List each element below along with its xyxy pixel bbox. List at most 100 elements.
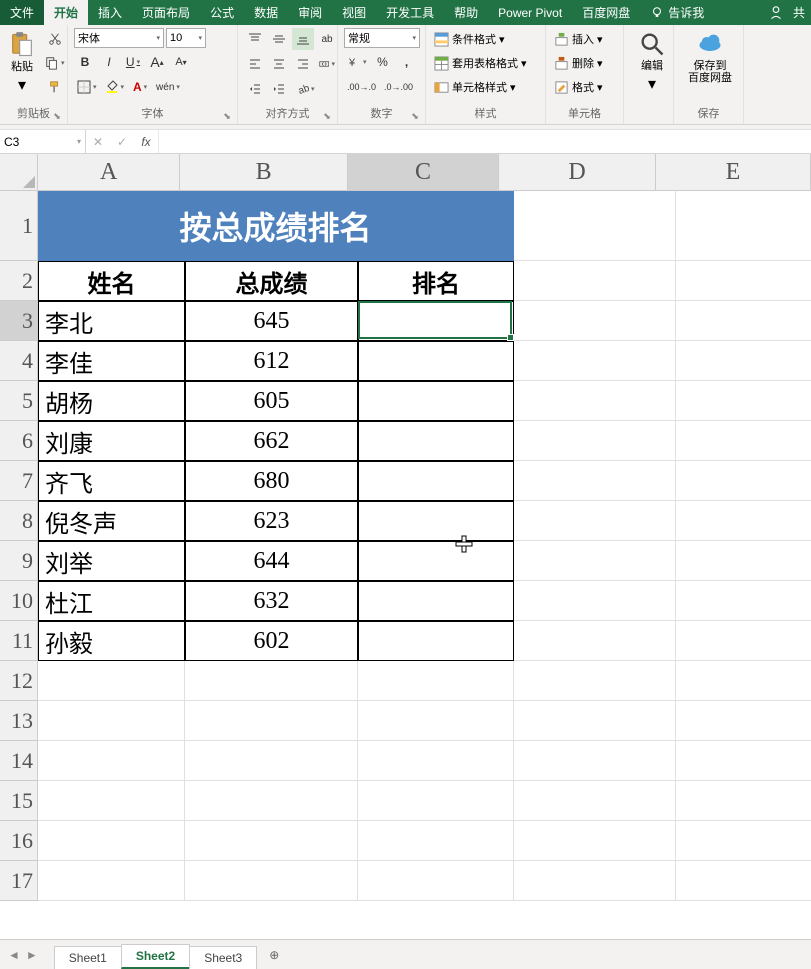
row-header-6[interactable]: 6 <box>0 421 37 461</box>
tab-baidu-netdisk[interactable]: 百度网盘 <box>572 0 640 25</box>
cell-E8[interactable] <box>676 501 811 541</box>
new-sheet-button[interactable]: ⊕ <box>262 943 286 967</box>
copy-button[interactable]: ▾ <box>42 52 68 74</box>
column-header-D[interactable]: D <box>499 154 656 190</box>
cell-A16[interactable] <box>38 821 185 861</box>
cell-A14[interactable] <box>38 741 185 781</box>
cell-E10[interactable] <box>676 581 811 621</box>
cell-D15[interactable] <box>514 781 676 821</box>
row-header-7[interactable]: 7 <box>0 461 37 501</box>
row-header-15[interactable]: 15 <box>0 781 37 821</box>
cell-E16[interactable] <box>676 821 811 861</box>
cell-B14[interactable] <box>185 741 358 781</box>
cell-B17[interactable] <box>185 861 358 901</box>
cell-C17[interactable] <box>358 861 514 901</box>
table-header-1[interactable]: 总成绩 <box>185 261 358 301</box>
title-cell[interactable]: 按总成绩排名 <box>38 191 514 261</box>
score-cell-8[interactable]: 602 <box>185 621 358 661</box>
row-header-11[interactable]: 11 <box>0 621 37 661</box>
increase-indent-button[interactable] <box>268 78 290 100</box>
cell-E6[interactable] <box>676 421 811 461</box>
sheet-tab-sheet1[interactable]: Sheet1 <box>54 946 122 969</box>
cell-D2[interactable] <box>514 261 676 301</box>
tab-page-layout[interactable]: 页面布局 <box>132 0 200 25</box>
row-header-4[interactable]: 4 <box>0 341 37 381</box>
cell-E17[interactable] <box>676 861 811 901</box>
phonetic-button[interactable]: wén▾ <box>153 76 183 98</box>
decrease-indent-button[interactable] <box>244 78 266 100</box>
name-box[interactable]: ▾ <box>0 130 86 153</box>
name-cell-3[interactable]: 刘康 <box>38 421 185 461</box>
wrap-text-button[interactable]: ab <box>316 28 338 50</box>
score-cell-4[interactable]: 680 <box>185 461 358 501</box>
cut-button[interactable] <box>42 28 68 50</box>
format-painter-button[interactable] <box>42 76 68 98</box>
insert-function-button[interactable]: fx <box>134 130 158 153</box>
tab-file[interactable]: 文件 <box>0 0 44 25</box>
row-header-9[interactable]: 9 <box>0 541 37 581</box>
cell-D12[interactable] <box>514 661 676 701</box>
cell-C15[interactable] <box>358 781 514 821</box>
sheet-tab-sheet2[interactable]: Sheet2 <box>121 944 190 969</box>
align-center-button[interactable] <box>268 53 290 75</box>
cell-C12[interactable] <box>358 661 514 701</box>
rank-cell-4[interactable] <box>358 461 514 501</box>
font-size-combo[interactable]: 10▾ <box>166 28 206 48</box>
cell-C16[interactable] <box>358 821 514 861</box>
cell-A13[interactable] <box>38 701 185 741</box>
table-header-0[interactable]: 姓名 <box>38 261 185 301</box>
delete-cells-button[interactable]: 删除▾ <box>552 52 617 74</box>
row-header-8[interactable]: 8 <box>0 501 37 541</box>
cell-D9[interactable] <box>514 541 676 581</box>
cell-D13[interactable] <box>514 701 676 741</box>
font-color-button[interactable]: A▾ <box>129 76 151 98</box>
insert-cells-button[interactable]: 插入▾ <box>552 28 617 50</box>
tab-view[interactable]: 视图 <box>332 0 376 25</box>
rank-cell-7[interactable] <box>358 581 514 621</box>
cell-D6[interactable] <box>514 421 676 461</box>
cell-D4[interactable] <box>514 341 676 381</box>
cell-B12[interactable] <box>185 661 358 701</box>
share-label[interactable]: 共 <box>793 4 805 21</box>
row-header-5[interactable]: 5 <box>0 381 37 421</box>
cell-D3[interactable] <box>514 301 676 341</box>
cells-area[interactable]: 按总成绩排名姓名总成绩排名李北645李佳612胡杨605刘康662齐飞680倪冬… <box>38 191 811 934</box>
rank-cell-1[interactable] <box>358 341 514 381</box>
cell-B15[interactable] <box>185 781 358 821</box>
cell-styles-button[interactable]: 单元格样式▾ <box>432 76 539 98</box>
cell-E3[interactable] <box>676 301 811 341</box>
tab-formulas[interactable]: 公式 <box>200 0 244 25</box>
share-button[interactable] <box>767 4 785 22</box>
row-header-12[interactable]: 12 <box>0 661 37 701</box>
row-header-16[interactable]: 16 <box>0 821 37 861</box>
merge-center-button[interactable]: ▾ <box>316 53 338 75</box>
align-right-button[interactable] <box>292 53 314 75</box>
row-header-13[interactable]: 13 <box>0 701 37 741</box>
cell-E13[interactable] <box>676 701 811 741</box>
cell-E9[interactable] <box>676 541 811 581</box>
cell-E4[interactable] <box>676 341 811 381</box>
column-header-B[interactable]: B <box>180 154 348 190</box>
cell-D11[interactable] <box>514 621 676 661</box>
cell-E15[interactable] <box>676 781 811 821</box>
cell-E14[interactable] <box>676 741 811 781</box>
alignment-launcher[interactable]: ⬊ <box>321 110 333 122</box>
decrease-decimal-button[interactable]: .0→.00 <box>381 76 416 98</box>
sheet-tab-sheet3[interactable]: Sheet3 <box>189 946 257 969</box>
row-header-3[interactable]: 3 <box>0 301 37 341</box>
rank-cell-5[interactable] <box>358 501 514 541</box>
align-left-button[interactable] <box>244 53 266 75</box>
row-header-14[interactable]: 14 <box>0 741 37 781</box>
tab-power-pivot[interactable]: Power Pivot <box>488 0 572 25</box>
rank-cell-3[interactable] <box>358 421 514 461</box>
tab-help[interactable]: 帮助 <box>444 0 488 25</box>
underline-button[interactable]: U▾ <box>122 51 144 73</box>
decrease-font-button[interactable]: A▾ <box>170 51 192 73</box>
cell-E5[interactable] <box>676 381 811 421</box>
row-header-1[interactable]: 1 <box>0 191 37 261</box>
tab-home[interactable]: 开始 <box>44 0 88 25</box>
comma-style-button[interactable]: , <box>396 51 418 73</box>
cell-D17[interactable] <box>514 861 676 901</box>
rank-cell-6[interactable] <box>358 541 514 581</box>
bold-button[interactable]: B <box>74 51 96 73</box>
